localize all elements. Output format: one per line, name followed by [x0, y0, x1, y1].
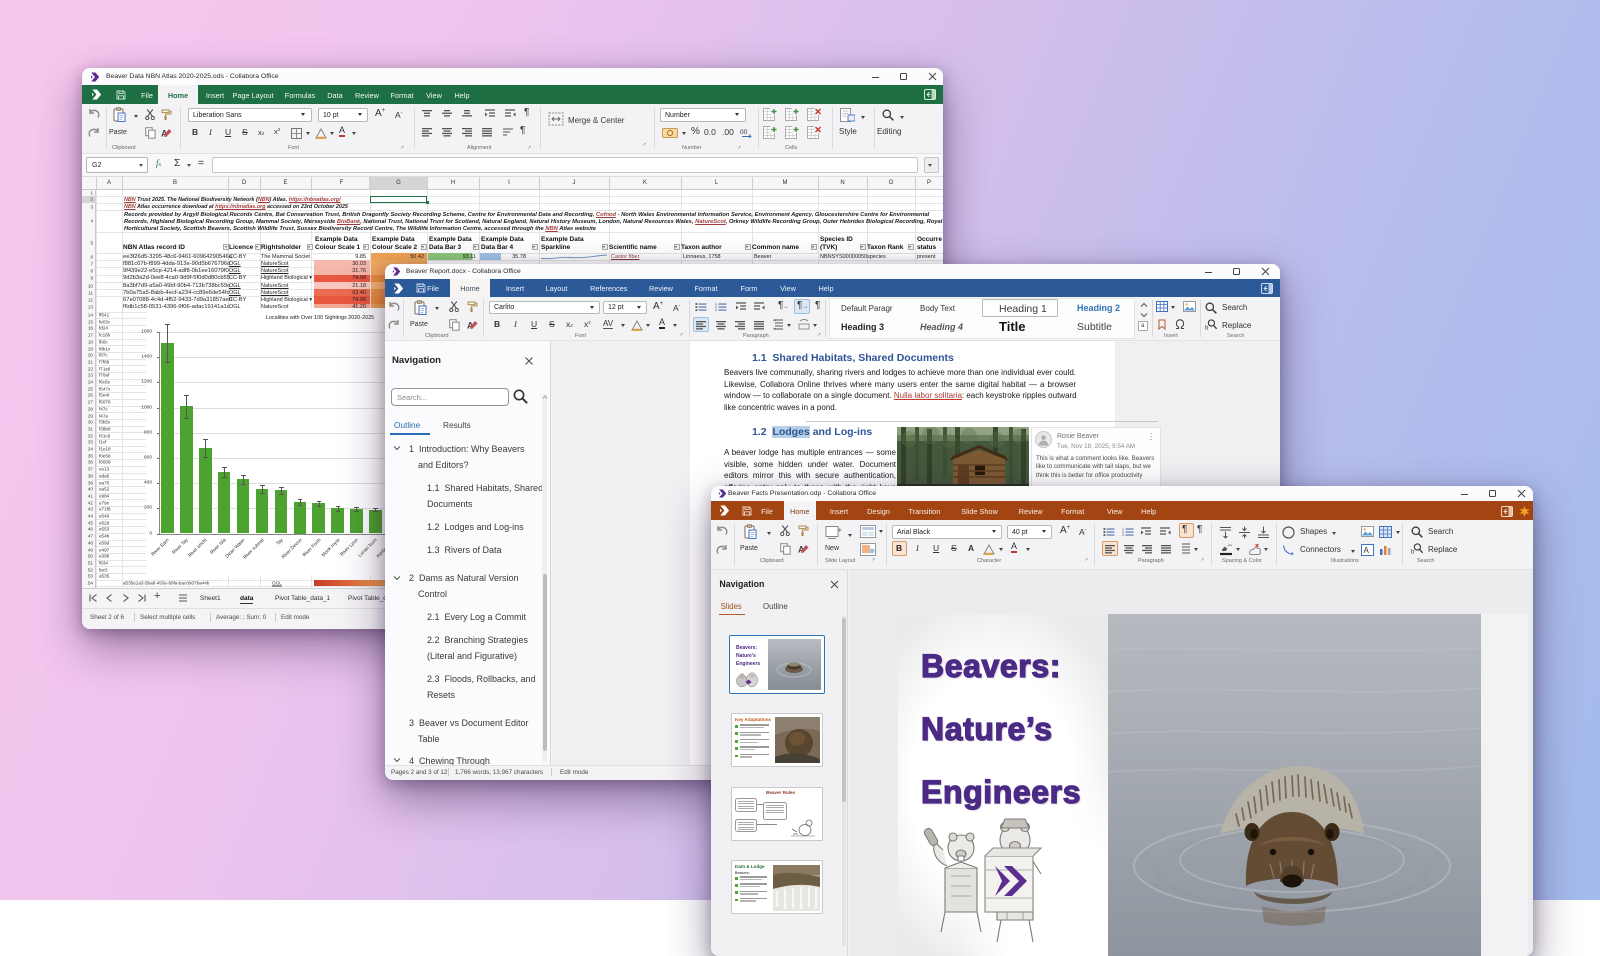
svg-text:b: b	[1205, 326, 1209, 331]
svg-text:b: b	[1411, 550, 1415, 555]
svg-text:00: 00	[740, 129, 748, 136]
svg-text:3: 3	[1122, 533, 1124, 537]
svg-text:A: A	[1364, 546, 1370, 555]
svg-text:3: 3	[715, 308, 717, 312]
